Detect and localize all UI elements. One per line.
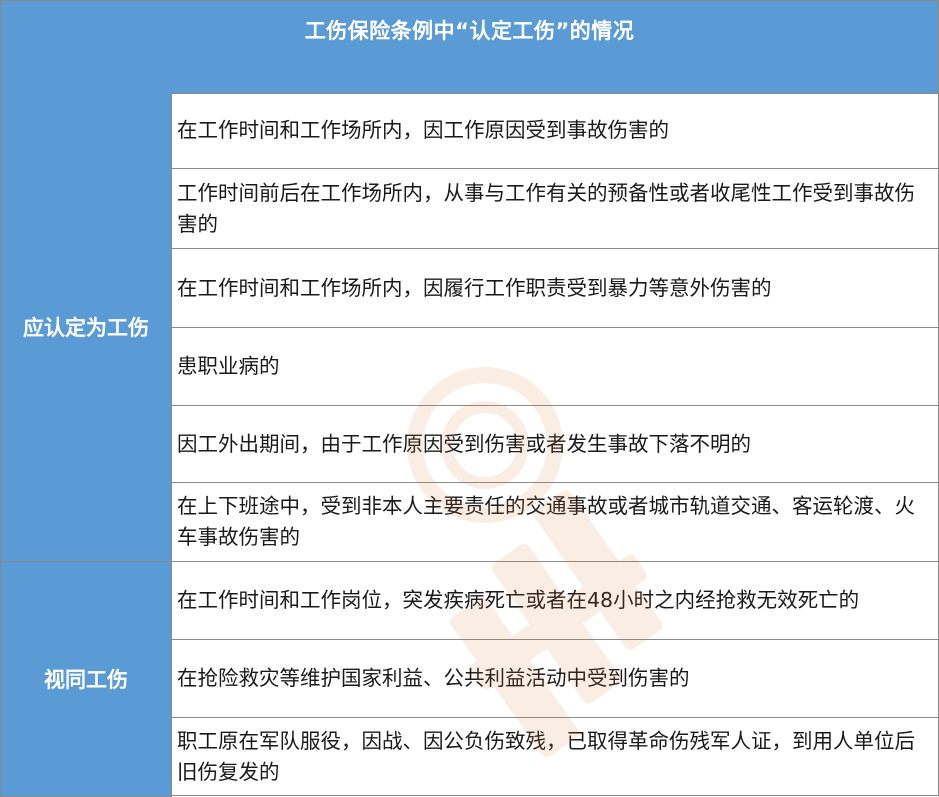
row-text: 在工作时间和工作场所内，因工作原因受到事故伤害的 xyxy=(177,118,669,142)
row-text: 工作时间前后在工作场所内，从事与工作有关的预备性或者收尾性工作受到事故伤害的 xyxy=(177,180,915,236)
row-text: 在上下班途中，受到非本人主要责任的交通事故或者城市轨道交通、客运轮渡、火车事故伤… xyxy=(177,494,915,549)
table-row: 在上下班途中，受到非本人主要责任的交通事故或者城市轨道交通、客运轮渡、火车事故伤… xyxy=(171,483,939,562)
row-text: 因工外出期间，由于工作原因受到伤害或者发生事故下落不明的 xyxy=(177,431,751,456)
row-text: 在工作时间和工作岗位，突发疾病死亡或者在48小时之内经抢救无效死亡的 xyxy=(177,588,860,612)
category-label-work-injury: 应认定为工伤 xyxy=(0,93,172,562)
table-row: 在工作时间和工作岗位，突发疾病死亡或者在48小时之内经抢救无效死亡的 xyxy=(171,562,939,640)
table-row: 患职业病的 xyxy=(171,328,939,406)
table-row: 在工作时间和工作场所内，因履行工作职责受到暴力等意外伤害的 xyxy=(171,249,939,328)
table-row: 职工原在军队服役，因战、因公负伤致残，已取得革命伤残军人证，到用人单位后旧伤复发… xyxy=(171,718,939,796)
row-text: 职工原在军队服役，因战、因公负伤致残，已取得革命伤残军人证，到用人单位后旧伤复发… xyxy=(177,728,915,784)
table-row: 因工外出期间，由于工作原因受到伤害或者发生事故下落不明的 xyxy=(171,406,939,483)
table-row: 在工作时间和工作场所内，因工作原因受到事故伤害的 xyxy=(171,93,939,169)
table-title: 工伤保险条例中“认定工伤”的情况 xyxy=(0,0,939,94)
row-text: 在工作时间和工作场所内，因履行工作职责受到暴力等意外伤害的 xyxy=(177,275,772,300)
row-text: 患职业病的 xyxy=(177,354,280,378)
row-text: 在抢险救灾等维护国家利益、公共利益活动中受到伤害的 xyxy=(177,666,690,690)
table-row: 工作时间前后在工作场所内，从事与工作有关的预备性或者收尾性工作受到事故伤害的 xyxy=(171,169,939,249)
category-label-deemed-work-injury: 视同工伤 xyxy=(0,562,172,797)
table-row: 在抢险救灾等维护国家利益、公共利益活动中受到伤害的 xyxy=(171,640,939,718)
